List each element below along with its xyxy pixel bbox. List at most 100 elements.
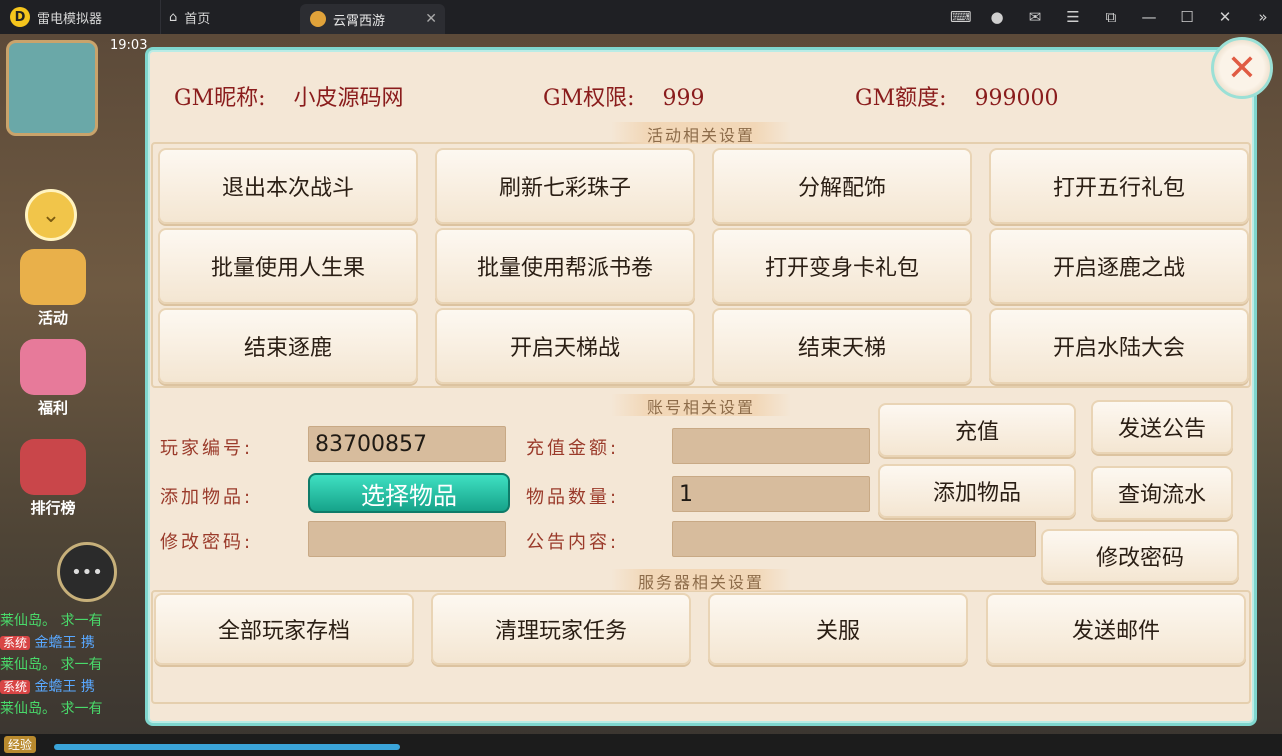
gm-nickname: GM昵称: 小皮源码网: [174, 80, 404, 112]
player-id-field[interactable]: 83700857: [308, 426, 506, 462]
chat-line: 莱仙岛。 求一有: [0, 654, 150, 676]
tab-home[interactable]: ⌂ 首页: [160, 0, 298, 34]
side-item-ranking[interactable]: 排行榜: [10, 439, 96, 518]
chat-speaker: 金蟾王: [34, 679, 77, 695]
mail-icon[interactable]: ✉: [1026, 8, 1044, 26]
close-icon[interactable]: ✕: [1216, 8, 1234, 26]
recharge-amount-label: 充值金额:: [526, 438, 620, 459]
batch-use-guild-scroll-button[interactable]: 批量使用帮派书卷: [435, 228, 695, 304]
section-title-server: 服务器相关设置: [611, 569, 791, 592]
chat-speaker: 莱仙岛。: [0, 657, 56, 673]
item-count-field[interactable]: 1: [672, 476, 870, 512]
announcement-field[interactable]: [672, 521, 1036, 557]
chat-system-tag: 系统: [0, 636, 31, 650]
tab-close-icon[interactable]: ✕: [425, 11, 437, 27]
add-item-label: 添加物品:: [160, 487, 254, 508]
window-controls: ⌨ ● ✉ ☰ ⧉ — ☐ ✕ »: [950, 0, 1272, 34]
chat-text: 携: [80, 679, 95, 695]
section-title-account: 账号相关设置: [611, 394, 791, 417]
collapse-icon[interactable]: »: [1254, 8, 1272, 26]
chat-text: 携: [80, 635, 95, 651]
save-all-players-button[interactable]: 全部玩家存档: [154, 593, 414, 665]
end-ladder-button[interactable]: 结束天梯: [712, 308, 972, 384]
recharge-button[interactable]: 充值: [878, 403, 1076, 457]
tab-game-label: 云霄西游: [333, 13, 386, 29]
side-item-label: 活动: [37, 309, 68, 327]
gm-permission-value: 999: [662, 86, 705, 111]
query-flow-button[interactable]: 查询流水: [1091, 466, 1233, 520]
app-logo-area: D 雷电模拟器: [0, 0, 160, 34]
home-icon: ⌂: [169, 9, 178, 25]
emulator-titlebar: D 雷电模拟器 ⌂ 首页 云霄西游 ✕ ⌨ ● ✉ ☰ ⧉ — ☐ ✕ »: [0, 0, 1282, 34]
tab-game[interactable]: 云霄西游 ✕: [300, 4, 445, 34]
change-password-button[interactable]: 修改密码: [1041, 529, 1239, 583]
side-item-welfare[interactable]: 福利: [10, 339, 96, 418]
chat-text: 求一有: [60, 701, 103, 717]
menu-icon[interactable]: ☰: [1064, 8, 1082, 26]
gm-quota: GM额度: 999000: [855, 80, 1059, 112]
open-wuxing-pack-button[interactable]: 打开五行礼包: [989, 148, 1249, 224]
gamepad-icon[interactable]: ⌨: [950, 8, 972, 26]
welfare-icon: [20, 339, 86, 395]
end-zhulu-button[interactable]: 结束逐鹿: [158, 308, 418, 384]
section-title-activity: 活动相关设置: [611, 122, 791, 145]
map-icon[interactable]: [6, 40, 98, 136]
popout-icon[interactable]: ⧉: [1102, 8, 1120, 26]
ranking-icon: [20, 439, 86, 495]
exp-bar-container: 经验: [0, 734, 1282, 756]
chat-log: 莱仙岛。 求一有 系统 金蟾王 携 莱仙岛。 求一有 系统 金蟾王 携 莱仙岛。…: [0, 610, 150, 720]
start-zhulu-battle-button[interactable]: 开启逐鹿之战: [989, 228, 1249, 304]
chevron-down-icon[interactable]: ⌄: [25, 189, 77, 241]
start-shuilu-assembly-button[interactable]: 开启水陆大会: [989, 308, 1249, 384]
chat-line: 莱仙岛。 求一有: [0, 698, 150, 720]
side-item-label: 福利: [37, 399, 68, 417]
start-ladder-battle-button[interactable]: 开启天梯战: [435, 308, 695, 384]
add-item-button[interactable]: 添加物品: [878, 464, 1076, 518]
chat-line: 系统 金蟾王 携: [0, 632, 150, 654]
open-transform-card-button[interactable]: 打开变身卡礼包: [712, 228, 972, 304]
ldplayer-logo-icon: D: [10, 7, 30, 27]
app-name: 雷电模拟器: [37, 11, 103, 27]
refresh-pearls-button[interactable]: 刷新七彩珠子: [435, 148, 695, 224]
chat-system-tag: 系统: [0, 680, 31, 694]
minimize-icon[interactable]: —: [1140, 8, 1158, 26]
panel-close-icon[interactable]: ✕: [1211, 37, 1273, 99]
recharge-amount-field[interactable]: [672, 428, 870, 464]
exp-bar: [54, 744, 400, 750]
exit-battle-button[interactable]: 退出本次战斗: [158, 148, 418, 224]
gm-nickname-label: GM昵称:: [174, 86, 266, 111]
game-time: 19:03: [110, 38, 148, 53]
chat-speaker: 金蟾王: [34, 635, 77, 651]
user-icon[interactable]: ●: [988, 8, 1006, 26]
game-tab-icon: [310, 11, 326, 27]
batch-use-fruit-button[interactable]: 批量使用人生果: [158, 228, 418, 304]
change-password-field[interactable]: [308, 521, 506, 557]
announcement-label: 公告内容:: [526, 532, 620, 553]
exp-label: 经验: [4, 736, 37, 753]
player-id-label: 玩家编号:: [160, 438, 254, 459]
clear-player-tasks-button[interactable]: 清理玩家任务: [431, 593, 691, 665]
side-item-label: 排行榜: [30, 499, 76, 517]
chat-bubble-icon[interactable]: •••: [57, 542, 117, 602]
shutdown-server-button[interactable]: 关服: [708, 593, 968, 665]
gm-quota-label: GM额度:: [855, 86, 947, 111]
send-announcement-button[interactable]: 发送公告: [1091, 400, 1233, 454]
chat-speaker: 莱仙岛。: [0, 613, 56, 629]
gm-permission-label: GM权限:: [543, 86, 635, 111]
maximize-icon[interactable]: ☐: [1178, 8, 1196, 26]
tab-home-label: 首页: [184, 11, 211, 27]
gm-panel: GM昵称: 小皮源码网 GM权限: 999 GM额度: 999000 活动相关设置 退…: [145, 47, 1257, 726]
decompose-accessory-button[interactable]: 分解配饰: [712, 148, 972, 224]
select-item-button[interactable]: 选择物品: [308, 473, 510, 513]
chat-line: 系统 金蟾王 携: [0, 676, 150, 698]
chat-speaker: 莱仙岛。: [0, 701, 56, 717]
change-password-label: 修改密码:: [160, 532, 254, 553]
send-mail-button[interactable]: 发送邮件: [986, 593, 1246, 665]
chat-text: 求一有: [60, 657, 103, 673]
chat-line: 莱仙岛。 求一有: [0, 610, 150, 632]
gm-quota-value: 999000: [974, 86, 1059, 111]
gm-nickname-value: 小皮源码网: [293, 86, 404, 111]
activity-icon: [20, 249, 86, 305]
side-item-activity[interactable]: 活动: [10, 249, 96, 328]
gm-permission: GM权限: 999: [543, 80, 705, 112]
